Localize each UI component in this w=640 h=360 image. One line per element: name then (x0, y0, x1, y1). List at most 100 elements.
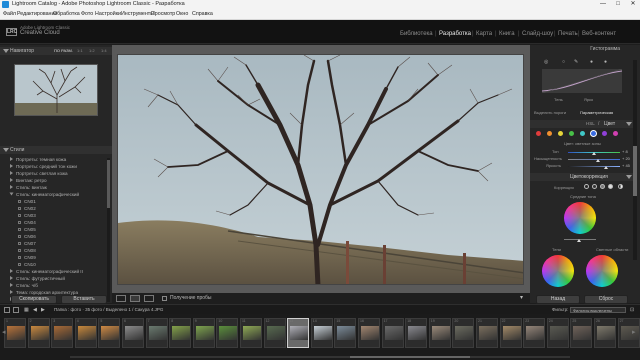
grading-shadows-icon[interactable] (592, 184, 597, 189)
presets-scrollbar[interactable] (107, 158, 110, 302)
filmstrip-thumbnail[interactable]: 4 (74, 318, 97, 348)
luminance-value[interactable]: + 45 (622, 163, 630, 168)
highlights-color-wheel[interactable] (586, 255, 618, 287)
preset-item[interactable]: CN07 (8, 240, 106, 247)
filmstrip-thumbnail[interactable]: 11 (240, 318, 262, 348)
menu-settings[interactable]: Настройки (95, 9, 121, 20)
filmstrip-thumbnail[interactable]: 18 (405, 318, 428, 348)
presets-header[interactable]: Стили (0, 146, 112, 154)
navigator-header[interactable]: Навигатор ПО РАЗМ. 1:1 1:2 1:4 (0, 47, 112, 55)
hsl-header[interactable]: HSL / Цвет (530, 120, 634, 128)
collapse-triangle-icon[interactable] (626, 175, 632, 179)
saturation-value[interactable]: + 20 (622, 156, 630, 161)
menu-help[interactable]: Справка (192, 9, 213, 20)
minimize-button[interactable]: — (596, 0, 610, 9)
collapsed-triangle-icon[interactable] (10, 276, 13, 280)
main-photo[interactable] (117, 54, 524, 285)
collapsed-triangle-icon[interactable] (10, 164, 13, 168)
filter-select[interactable]: Фильтры выключены (570, 307, 626, 313)
collapse-triangle-icon[interactable] (3, 148, 9, 152)
preset-group[interactable]: Портреты: темная кожа (8, 156, 106, 163)
preset-group[interactable]: Стиль: ч/б (8, 282, 106, 289)
menu-view[interactable]: Просмотр (151, 9, 175, 20)
preset-item[interactable]: CN04 (8, 219, 106, 226)
preset-item[interactable]: CN03 (8, 212, 106, 219)
collapsed-triangle-icon[interactable] (10, 178, 13, 182)
filmstrip-thumbnail[interactable]: 24 (546, 318, 569, 348)
paste-settings-button[interactable]: Вставить (61, 295, 107, 304)
copy-settings-button[interactable]: Скопировать (11, 295, 57, 304)
preset-item[interactable]: CN01 (8, 198, 106, 205)
red-channel-icon[interactable]: ● (590, 59, 593, 65)
hsl-title[interactable]: Цвет (604, 120, 615, 128)
red-swatch[interactable] (536, 131, 541, 136)
filmstrip-thumbnail[interactable]: 19 (428, 318, 451, 348)
filmstrip-thumbnail[interactable]: 2 (27, 318, 50, 348)
navigator-1-1[interactable]: 1:1 (77, 47, 83, 55)
page-1-button[interactable] (4, 307, 10, 313)
purple-swatch[interactable] (602, 131, 607, 136)
filmstrip-thumbnail[interactable]: 20 (452, 318, 475, 348)
aqua-swatch[interactable] (580, 131, 585, 136)
menu-tools[interactable]: Инструменты (121, 9, 154, 20)
menu-edit[interactable]: Редактирование (17, 9, 57, 20)
filmstrip-right-arrow-icon[interactable]: ▸ (632, 328, 636, 336)
menu-photo[interactable]: Фото (81, 9, 93, 20)
filmstrip-thumbnail[interactable]: 7 (145, 318, 168, 348)
yellow-swatch[interactable] (558, 131, 563, 136)
filmstrip-scrollbar[interactable] (70, 356, 570, 358)
filmstrip-thumbnail[interactable]: 1 (4, 318, 26, 348)
filmstrip-thumbnail[interactable]: 17 (381, 318, 404, 348)
loupe-view-icon[interactable] (116, 295, 126, 302)
preset-group[interactable]: Стиль: винтаж (8, 184, 106, 191)
preset-item[interactable]: CN02 (8, 205, 106, 212)
module-web[interactable]: Веб-контент (582, 31, 616, 37)
preset-item[interactable]: CN10 (8, 261, 106, 268)
collapsed-triangle-icon[interactable] (10, 283, 13, 287)
navigator-1-2[interactable]: 1:2 (89, 47, 95, 55)
preset-group[interactable]: Портреты: светлая кожа (8, 170, 106, 177)
collapsed-triangle-icon[interactable] (10, 157, 13, 161)
module-book[interactable]: Книга (499, 31, 515, 37)
midtones-slider-handle[interactable] (577, 239, 581, 242)
preset-group[interactable]: Стиль: кинематографический II (8, 268, 106, 275)
saturation-slider[interactable] (568, 159, 620, 160)
magenta-swatch[interactable] (613, 131, 618, 136)
filmstrip-thumbnail[interactable]: 13 (287, 318, 310, 348)
navigator-fit[interactable]: ПО РАЗМ. (54, 47, 73, 55)
previous-button[interactable]: Назад (536, 295, 580, 304)
midtones-color-wheel[interactable] (564, 202, 596, 234)
module-print[interactable]: Печать (558, 31, 578, 37)
navigator-1-4[interactable]: 1:4 (101, 47, 107, 55)
navigator-preview[interactable] (14, 64, 98, 116)
filmstrip-thumbnail[interactable]: 26 (594, 318, 616, 348)
preset-item[interactable]: CN06 (8, 233, 106, 240)
filmstrip-thumbnail[interactable]: 9 (192, 318, 215, 348)
filmstrip-thumbnail[interactable]: 23 (523, 318, 546, 348)
filmstrip-thumbnail[interactable]: 3 (51, 318, 74, 348)
module-develop[interactable]: Разработка (439, 31, 471, 37)
color-grading-header[interactable]: Цветокоррекция (530, 173, 634, 181)
grading-global-icon[interactable] (618, 184, 623, 189)
grading-3way-icon[interactable] (584, 184, 589, 189)
edit-curve-icon[interactable]: ✎ (574, 59, 578, 65)
preset-item[interactable]: CN09 (8, 254, 106, 261)
module-library[interactable]: Библиотека (400, 31, 433, 37)
toolbar-menu-icon[interactable]: ▾ (520, 293, 523, 304)
filmstrip-thumbnail[interactable]: 22 (499, 318, 522, 348)
filmstrip-left-arrow-icon[interactable]: ◂ (2, 328, 6, 336)
filmstrip-thumbnail[interactable]: 15 (334, 318, 357, 348)
filmstrip-thumbnail[interactable]: 8 (169, 318, 192, 348)
filmstrip-thumbnail[interactable]: 25 (570, 318, 593, 348)
preset-item[interactable]: CN05 (8, 226, 106, 233)
preset-group[interactable]: Стиль: кинематографический (8, 191, 106, 198)
filmstrip-thumbnail[interactable]: 6 (122, 318, 144, 348)
collapse-triangle-icon[interactable] (626, 122, 632, 126)
hue-slider-handle[interactable] (592, 152, 596, 155)
collapsed-triangle-icon[interactable] (10, 171, 13, 175)
menu-window[interactable]: Окно (176, 9, 188, 20)
hue-value[interactable]: + 8 (622, 149, 628, 154)
collapsed-triangle-icon[interactable] (10, 269, 13, 273)
module-map[interactable]: Карта (476, 31, 492, 37)
close-button[interactable]: ✕ (626, 0, 640, 9)
